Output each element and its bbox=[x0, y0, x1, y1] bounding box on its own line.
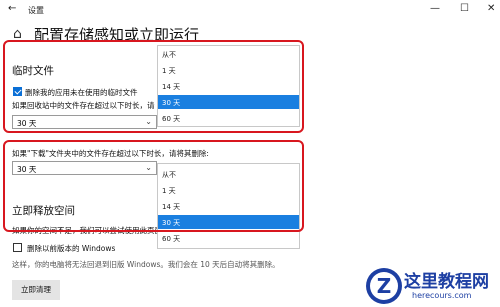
watermark-title: 这里教程网 bbox=[404, 272, 489, 292]
delete-previous-windows-checkbox[interactable] bbox=[13, 243, 22, 252]
maximize-button[interactable]: ☐ bbox=[460, 3, 469, 15]
delete-previous-windows-label: 删除以前版本的 Windows bbox=[27, 244, 116, 253]
highlight-box-downloads bbox=[3, 140, 304, 232]
home-icon[interactable]: ⌂ bbox=[13, 27, 22, 41]
back-arrow-icon[interactable]: ← bbox=[8, 4, 16, 14]
svg-text:Z: Z bbox=[377, 274, 392, 298]
title-bar: ← 设置 — ☐ ✕ bbox=[0, 0, 500, 20]
watermark-url: herecours.com bbox=[412, 291, 472, 300]
app-title: 设置 bbox=[28, 6, 44, 15]
watermark: Z 这里教程网 herecours.com bbox=[364, 264, 500, 307]
highlight-box-temp-files bbox=[3, 40, 304, 133]
close-button[interactable]: ✕ bbox=[487, 3, 495, 15]
clean-now-button[interactable]: 立即清理 bbox=[12, 280, 60, 300]
minimize-button[interactable]: — bbox=[430, 3, 440, 15]
site-logo-icon: Z bbox=[366, 268, 402, 304]
previous-windows-note: 这样，你的电脑将无法回退到旧版 Windows。我们会在 10 天后自动将其删除… bbox=[12, 260, 280, 269]
dropdown-option[interactable]: 60 天 bbox=[158, 231, 299, 245]
